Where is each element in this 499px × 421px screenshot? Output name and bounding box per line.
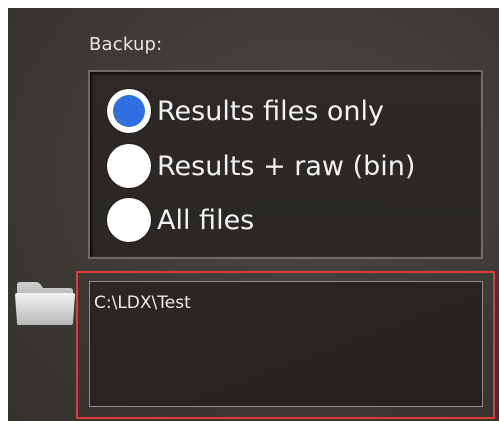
backup-option-group: Results files only Results + raw (bin) A…: [88, 70, 483, 259]
radio-label-all-files: All files: [157, 204, 255, 236]
radio-label-results-raw-bin: Results + raw (bin): [157, 150, 416, 182]
backup-panel: Backup: Results files only Results + raw…: [8, 8, 499, 421]
radio-selected-icon[interactable]: [107, 89, 151, 133]
radio-label-results-files-only: Results files only: [157, 95, 384, 127]
radio-results-raw-bin[interactable]: Results + raw (bin): [107, 141, 415, 191]
radio-all-files[interactable]: All files: [107, 195, 254, 245]
path-highlight-frame: C:\LDX\Test: [76, 271, 495, 419]
radio-results-files-only[interactable]: Results files only: [107, 86, 384, 136]
backup-label: Backup:: [89, 34, 163, 55]
backup-path-field[interactable]: C:\LDX\Test: [89, 281, 483, 407]
radio-unselected-icon[interactable]: [107, 198, 151, 242]
folder-icon[interactable]: [14, 279, 76, 327]
radio-unselected-icon[interactable]: [107, 144, 151, 188]
